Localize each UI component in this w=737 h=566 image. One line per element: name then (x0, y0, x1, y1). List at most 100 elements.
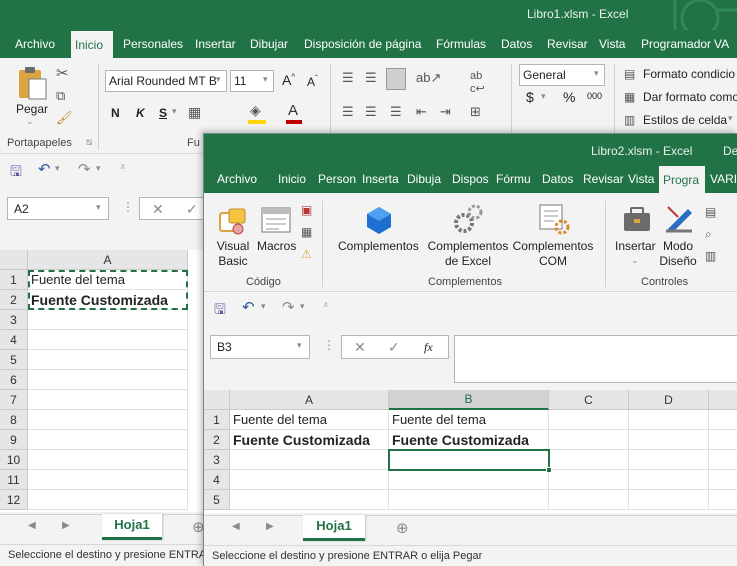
merge-icon[interactable]: ⊞ (470, 104, 481, 120)
confirm-icon[interactable]: ✓ (186, 201, 198, 218)
complementos-icon[interactable] (365, 205, 393, 235)
row-header[interactable]: 4 (0, 330, 28, 350)
italic-button[interactable]: K (136, 106, 145, 120)
thousands-button[interactable]: 000 (587, 91, 602, 101)
paste-icon[interactable] (16, 66, 48, 100)
tab-disposicion[interactable]: Disposición de página (300, 30, 425, 58)
view-code-icon[interactable]: ⌕ (705, 227, 712, 242)
tab-dibujar[interactable]: Dibuja (403, 165, 445, 193)
number-format-select[interactable]: General ▾ (519, 64, 605, 86)
font-size-select[interactable]: 11 ▾ (230, 70, 274, 92)
tab-variables[interactable]: VARIA (706, 165, 737, 193)
align-center-icon[interactable]: ☰ (365, 104, 377, 120)
redo-icon[interactable]: ↷ (282, 298, 295, 316)
row-header[interactable]: 12 (0, 490, 28, 510)
name-box[interactable]: B3 ▾ (210, 335, 310, 359)
row-header[interactable]: 1 (0, 270, 28, 290)
table-format-button[interactable]: Dar formato como (643, 90, 737, 104)
chevron-down-icon[interactable]: ▾ (96, 202, 101, 213)
column-header-e[interactable] (709, 390, 737, 410)
paste-label[interactable]: Pegar (16, 102, 48, 116)
cell[interactable]: Fuente Customizada (230, 430, 389, 450)
align-middle-icon[interactable]: ☰ (365, 70, 377, 86)
cell[interactable] (549, 430, 629, 450)
cell[interactable] (629, 450, 709, 470)
chevron-down-icon[interactable]: ▾ (261, 301, 266, 312)
cell[interactable] (549, 490, 629, 510)
wrap-text-icon[interactable]: ab c↩ (470, 70, 485, 95)
cell[interactable] (230, 490, 389, 510)
tab-disposicion[interactable]: Dispos (448, 165, 493, 193)
column-header-a[interactable]: A (230, 390, 389, 410)
column-header-c[interactable]: C (549, 390, 629, 410)
tab-vista[interactable]: Vista (595, 30, 629, 58)
cell[interactable] (389, 490, 549, 510)
confirm-icon[interactable]: ✓ (388, 339, 400, 356)
chevron-down-icon[interactable]: ▾ (594, 68, 599, 79)
chevron-down-icon[interactable]: ▾ (541, 91, 546, 102)
dialog-launcher-icon[interactable]: ⧅ (86, 137, 92, 148)
cell[interactable] (629, 430, 709, 450)
row-header[interactable]: 11 (0, 470, 28, 490)
row-header[interactable]: 5 (204, 490, 230, 510)
table-format-icon[interactable]: ▦ (624, 90, 635, 104)
chevron-down-icon[interactable]: ⌄ (631, 255, 639, 266)
cell[interactable] (549, 470, 629, 490)
cell[interactable] (28, 390, 188, 410)
cell-styles-button[interactable]: Estilos de celda (643, 113, 727, 127)
visual-basic-button[interactable]: Visual Basic (214, 239, 252, 269)
tab-personales[interactable]: Personales (119, 30, 187, 58)
cell[interactable] (709, 470, 737, 490)
cell[interactable]: Fuente Customizada (28, 290, 188, 310)
cut-icon[interactable]: ✂ (56, 64, 69, 82)
cell[interactable]: Fuente del tema (28, 270, 188, 290)
redo-icon[interactable]: ↷ (78, 160, 91, 178)
save-icon[interactable]: 🖫 (214, 299, 226, 323)
align-top-icon[interactable]: ☰ (342, 70, 354, 86)
row-header[interactable]: 2 (0, 290, 28, 310)
cell[interactable] (629, 410, 709, 430)
font-name-select[interactable]: Arial Rounded MT B ▾ (105, 70, 227, 92)
row-header[interactable]: 3 (0, 310, 28, 330)
cell[interactable] (389, 470, 549, 490)
cell-styles-icon[interactable]: ▥ (624, 113, 635, 127)
select-all-corner[interactable] (0, 250, 28, 270)
cell[interactable] (28, 370, 188, 390)
worksheet-grid[interactable]: A B C D 1 Fuente del tema Fuente del tema 2… (204, 390, 737, 513)
underline-button[interactable]: S (159, 106, 167, 120)
fill-color-icon[interactable]: ◈ (250, 102, 261, 119)
row-header[interactable]: 4 (204, 470, 230, 490)
cell[interactable] (549, 410, 629, 430)
cell[interactable] (28, 350, 188, 370)
orientation-icon[interactable]: ab↗ (416, 70, 441, 86)
tab-dibujar[interactable]: Dibujar (246, 30, 292, 58)
select-all-corner[interactable] (204, 390, 230, 410)
tab-revisar[interactable]: Revisar (579, 165, 628, 193)
tab-archivo[interactable]: Archivo (11, 30, 59, 58)
excel-addins-icon[interactable] (453, 203, 483, 235)
row-header[interactable]: 1 (204, 410, 230, 430)
currency-button[interactable]: $ (526, 89, 534, 105)
align-right-icon[interactable]: ☰ (390, 104, 402, 120)
add-sheet-icon[interactable]: ⊕ (396, 519, 409, 537)
chevron-down-icon[interactable]: ▾ (300, 301, 305, 312)
cell[interactable]: Fuente del tema (389, 410, 549, 430)
font-color-icon[interactable]: A (288, 102, 298, 119)
cancel-icon[interactable]: ✕ (354, 339, 366, 356)
com-addins-button[interactable]: Complementos COM (510, 239, 596, 269)
customize-qat-icon[interactable]: ⩡ (323, 300, 329, 311)
tab-inicio[interactable]: Inicio (274, 165, 310, 193)
chevron-down-icon[interactable]: ▾ (216, 74, 221, 85)
cell[interactable] (28, 310, 188, 330)
row-header[interactable]: 7 (0, 390, 28, 410)
macros-icon[interactable] (261, 207, 291, 235)
column-header-d[interactable]: D (629, 390, 709, 410)
cell[interactable] (28, 490, 188, 510)
tab-insertar[interactable]: Inserta (358, 165, 403, 193)
relative-refs-icon[interactable]: ▦ (301, 225, 312, 239)
design-mode-button[interactable]: Modo Diseño (656, 239, 700, 269)
tab-archivo[interactable]: Archivo (213, 165, 261, 193)
row-header[interactable]: 8 (0, 410, 28, 430)
record-macro-icon[interactable]: ▣ (301, 203, 312, 217)
visual-basic-icon[interactable] (218, 207, 248, 237)
